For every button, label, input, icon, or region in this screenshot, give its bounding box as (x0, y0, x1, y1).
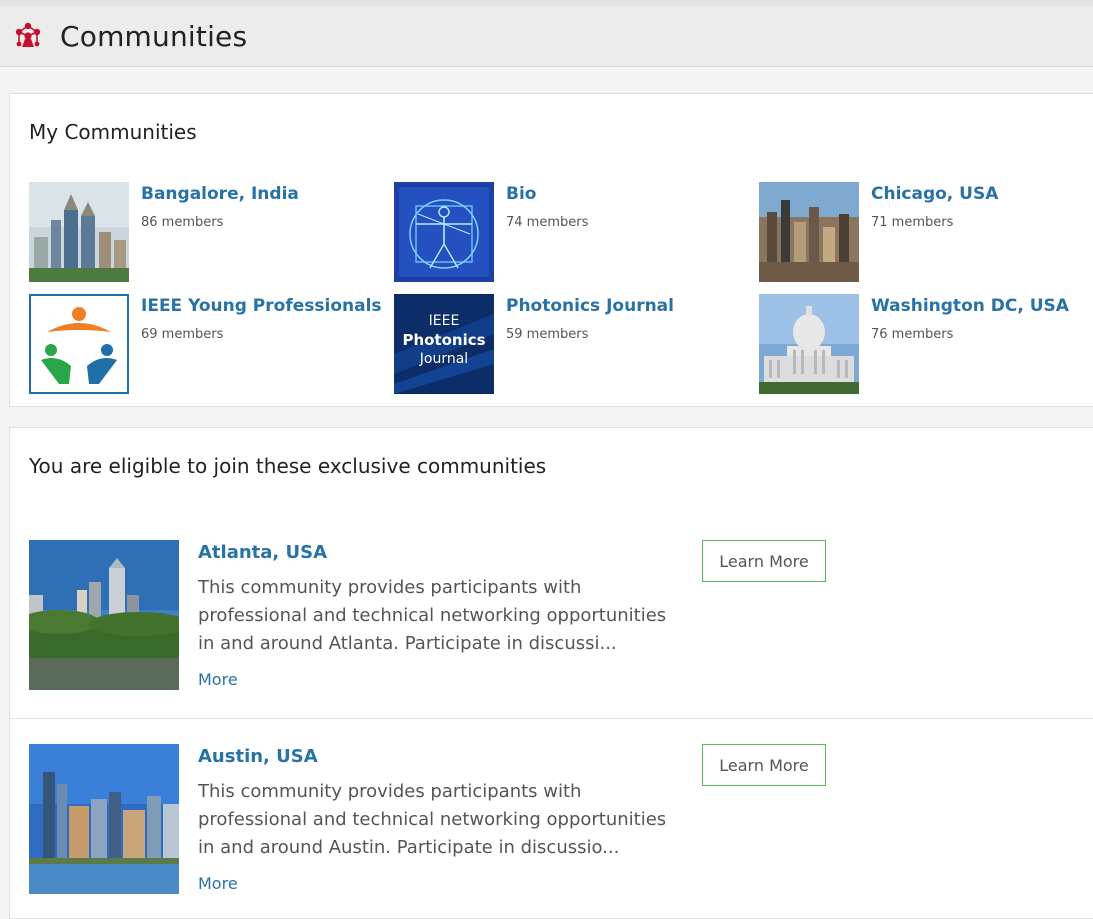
eligible-community-description: This community provides participants wit… (198, 577, 667, 654)
page-title: Communities (60, 19, 248, 53)
member-count: 59 members (506, 327, 589, 342)
community-name-link[interactable]: Bio (506, 184, 536, 204)
member-count: 76 members (871, 327, 954, 342)
community-name-link[interactable]: Photonics Journal (506, 296, 674, 316)
member-count: 86 members (141, 215, 224, 230)
capitol-building-photo[interactable] (759, 294, 859, 394)
learn-more-button[interactable]: Learn More (702, 540, 826, 582)
cover-text-journal: Journal (419, 351, 469, 367)
eligible-community-name[interactable]: Atlanta, USA (198, 542, 327, 563)
member-count: 71 members (871, 215, 954, 230)
bangalore-skyline-photo[interactable] (29, 182, 129, 282)
community-card[interactable]: Bangalore, India 86 members (29, 182, 389, 282)
page-header: Communities (0, 6, 1093, 67)
atlanta-skyline-photo[interactable] (29, 540, 179, 690)
chicago-skyline-photo[interactable] (759, 182, 859, 282)
community-card[interactable]: Bio 74 members (394, 182, 754, 282)
community-card[interactable]: IEEE Photonics Journal Photonics Journal… (394, 294, 754, 394)
community-card[interactable]: Chicago, USA 71 members (759, 182, 1093, 282)
cover-text-ieee: IEEE (428, 313, 460, 329)
ieee-yp-logo[interactable] (29, 294, 129, 394)
cover-text-photonics: Photonics (402, 331, 486, 349)
photonics-journal-cover[interactable]: IEEE Photonics Journal (394, 294, 494, 394)
member-count: 69 members (141, 327, 224, 342)
member-count: 74 members (506, 215, 589, 230)
communities-network-icon (12, 20, 44, 52)
learn-more-button[interactable]: Learn More (702, 744, 826, 786)
community-name-link[interactable]: IEEE Young Professionals (141, 296, 382, 316)
eligible-community-description: This community provides participants wit… (198, 781, 667, 858)
community-name-link[interactable]: Chicago, USA (871, 184, 998, 204)
eligible-heading: You are eligible to join these exclusive… (29, 454, 547, 478)
eligible-communities-panel: You are eligible to join these exclusive… (9, 427, 1093, 919)
my-communities-heading: My Communities (29, 120, 197, 144)
my-communities-panel: My Communities Bangalore, India 86 membe… (9, 93, 1093, 407)
more-link[interactable]: More (198, 670, 238, 689)
eligible-community-name[interactable]: Austin, USA (198, 746, 318, 767)
austin-skyline-photo[interactable] (29, 744, 179, 894)
more-link[interactable]: More (198, 874, 238, 893)
eligible-community-item: Atlanta, USA This community provides par… (10, 540, 1093, 690)
vitruvian-man-blue-photo[interactable] (394, 182, 494, 282)
community-card[interactable]: Washington DC, USA 76 members (759, 294, 1093, 394)
community-name-link[interactable]: Bangalore, India (141, 184, 299, 204)
eligible-community-item: Austin, USA This community provides part… (10, 744, 1093, 894)
section-divider (10, 718, 1093, 719)
community-name-link[interactable]: Washington DC, USA (871, 296, 1069, 316)
community-card[interactable]: IEEE Young Professionals 69 members (29, 294, 389, 394)
